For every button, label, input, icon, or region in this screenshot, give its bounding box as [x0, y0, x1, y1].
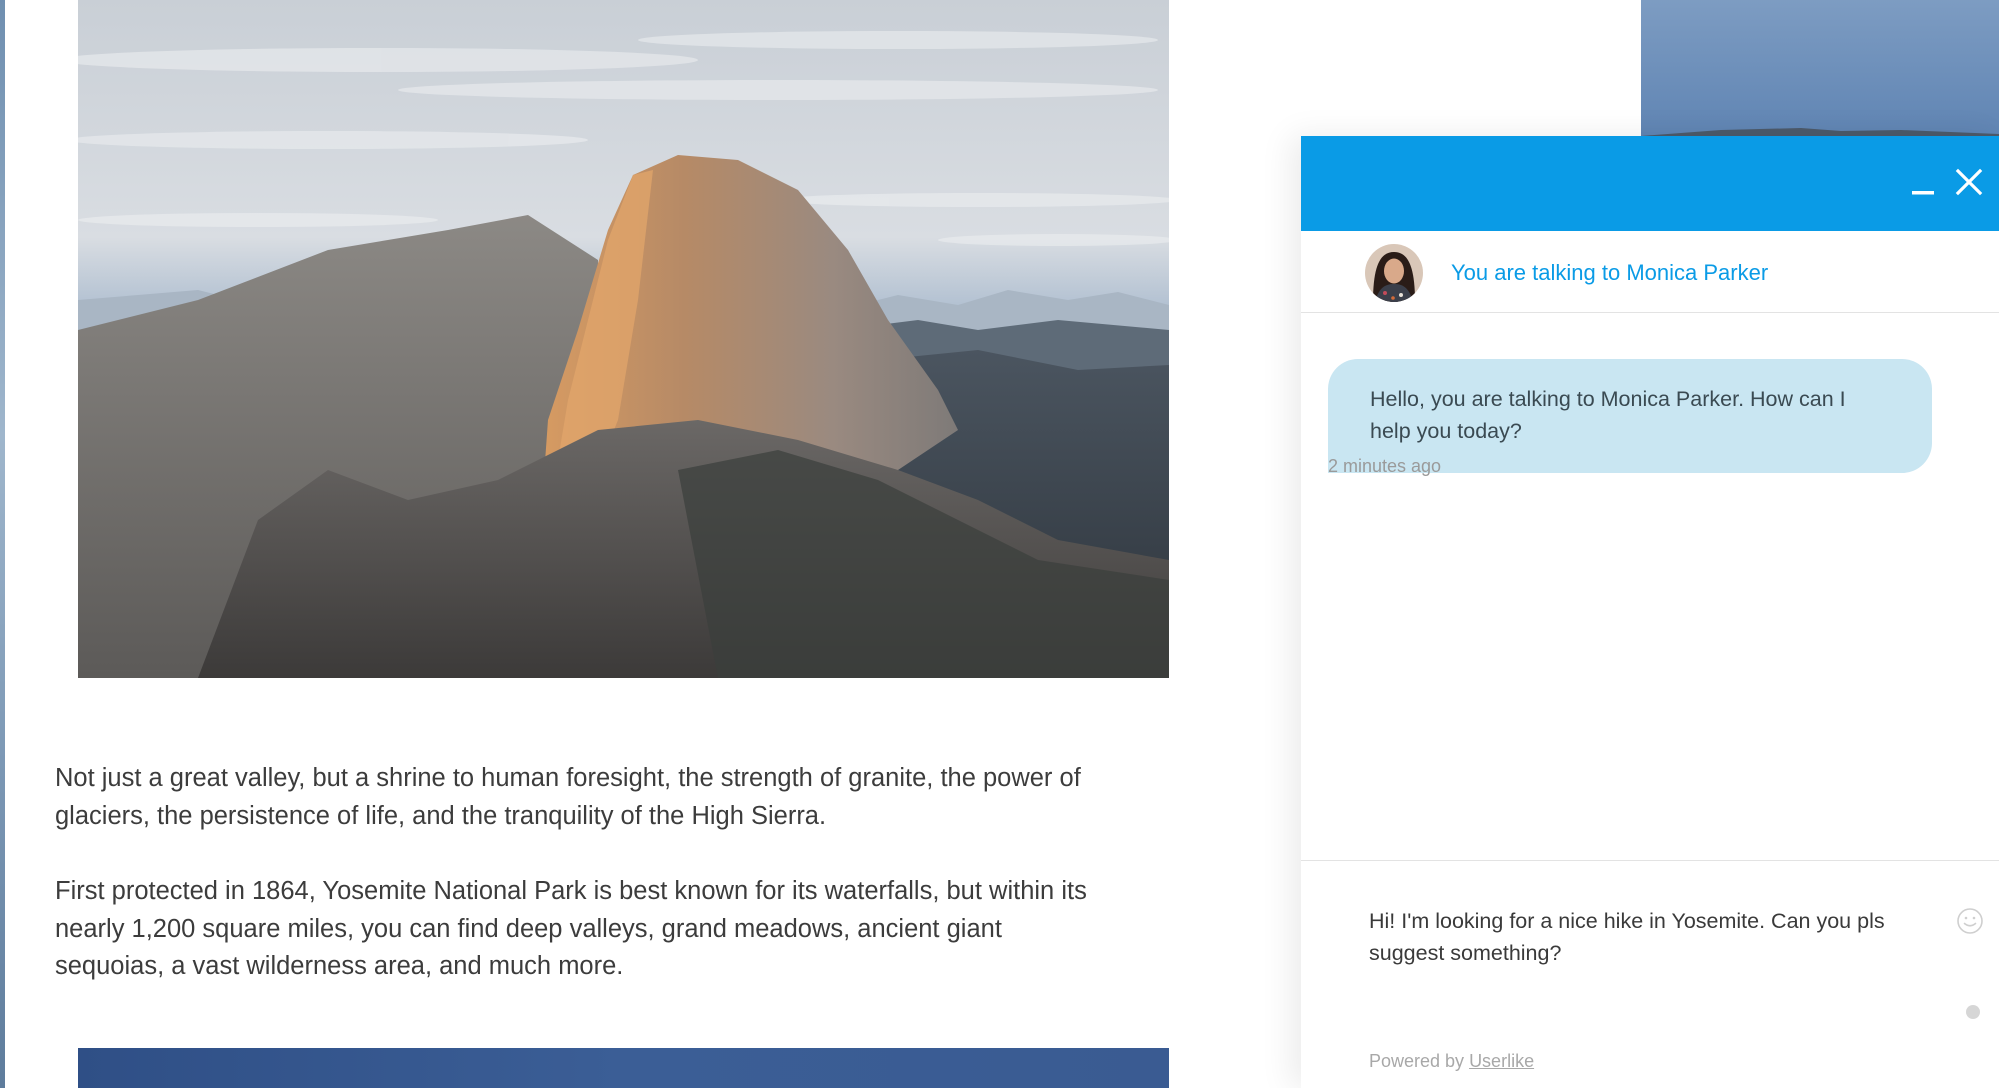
agent-avatar	[1365, 244, 1423, 302]
message-timestamp: 2 minutes ago	[1328, 456, 1442, 476]
close-icon	[1955, 168, 1983, 196]
emoji-icon	[1957, 908, 1983, 934]
close-button[interactable]	[1949, 162, 1989, 202]
userlike-link[interactable]: Userlike	[1469, 1051, 1534, 1071]
minimize-button[interactable]	[1904, 162, 1944, 202]
emoji-button[interactable]	[1956, 907, 1984, 935]
article-paragraph: Not just a great valley, but a shrine to…	[55, 764, 1081, 830]
background-edge	[0, 0, 5, 1088]
message-input[interactable]: Hi! I'm looking for a nice hike in Yosem…	[1369, 905, 1939, 1001]
secondary-photo	[78, 1048, 1169, 1088]
hero-photo	[78, 0, 1169, 678]
minimize-icon	[1912, 191, 1934, 195]
powered-by-prefix: Powered by	[1369, 1051, 1470, 1071]
agent-name-label: You are talking to Monica Parker	[1451, 260, 1769, 285]
powered-by: Powered by Userlike	[1369, 1051, 1534, 1072]
article-body: Not just a great valley, but a shrine to…	[55, 760, 1095, 1024]
agent-bar: You are talking to Monica Parker	[1301, 231, 1999, 313]
chat-header	[1301, 136, 1999, 231]
page: Not just a great valley, but a shrine to…	[0, 0, 1999, 1088]
chat-widget: You are talking to Monica Parker Hello, …	[1301, 136, 1999, 1088]
background-photo-strip	[1641, 0, 1999, 140]
status-dot	[1966, 1005, 1980, 1019]
composer: Hi! I'm looking for a nice hike in Yosem…	[1301, 860, 1999, 1088]
article-paragraph: First protected in 1864, Yosemite Nation…	[55, 877, 1087, 980]
